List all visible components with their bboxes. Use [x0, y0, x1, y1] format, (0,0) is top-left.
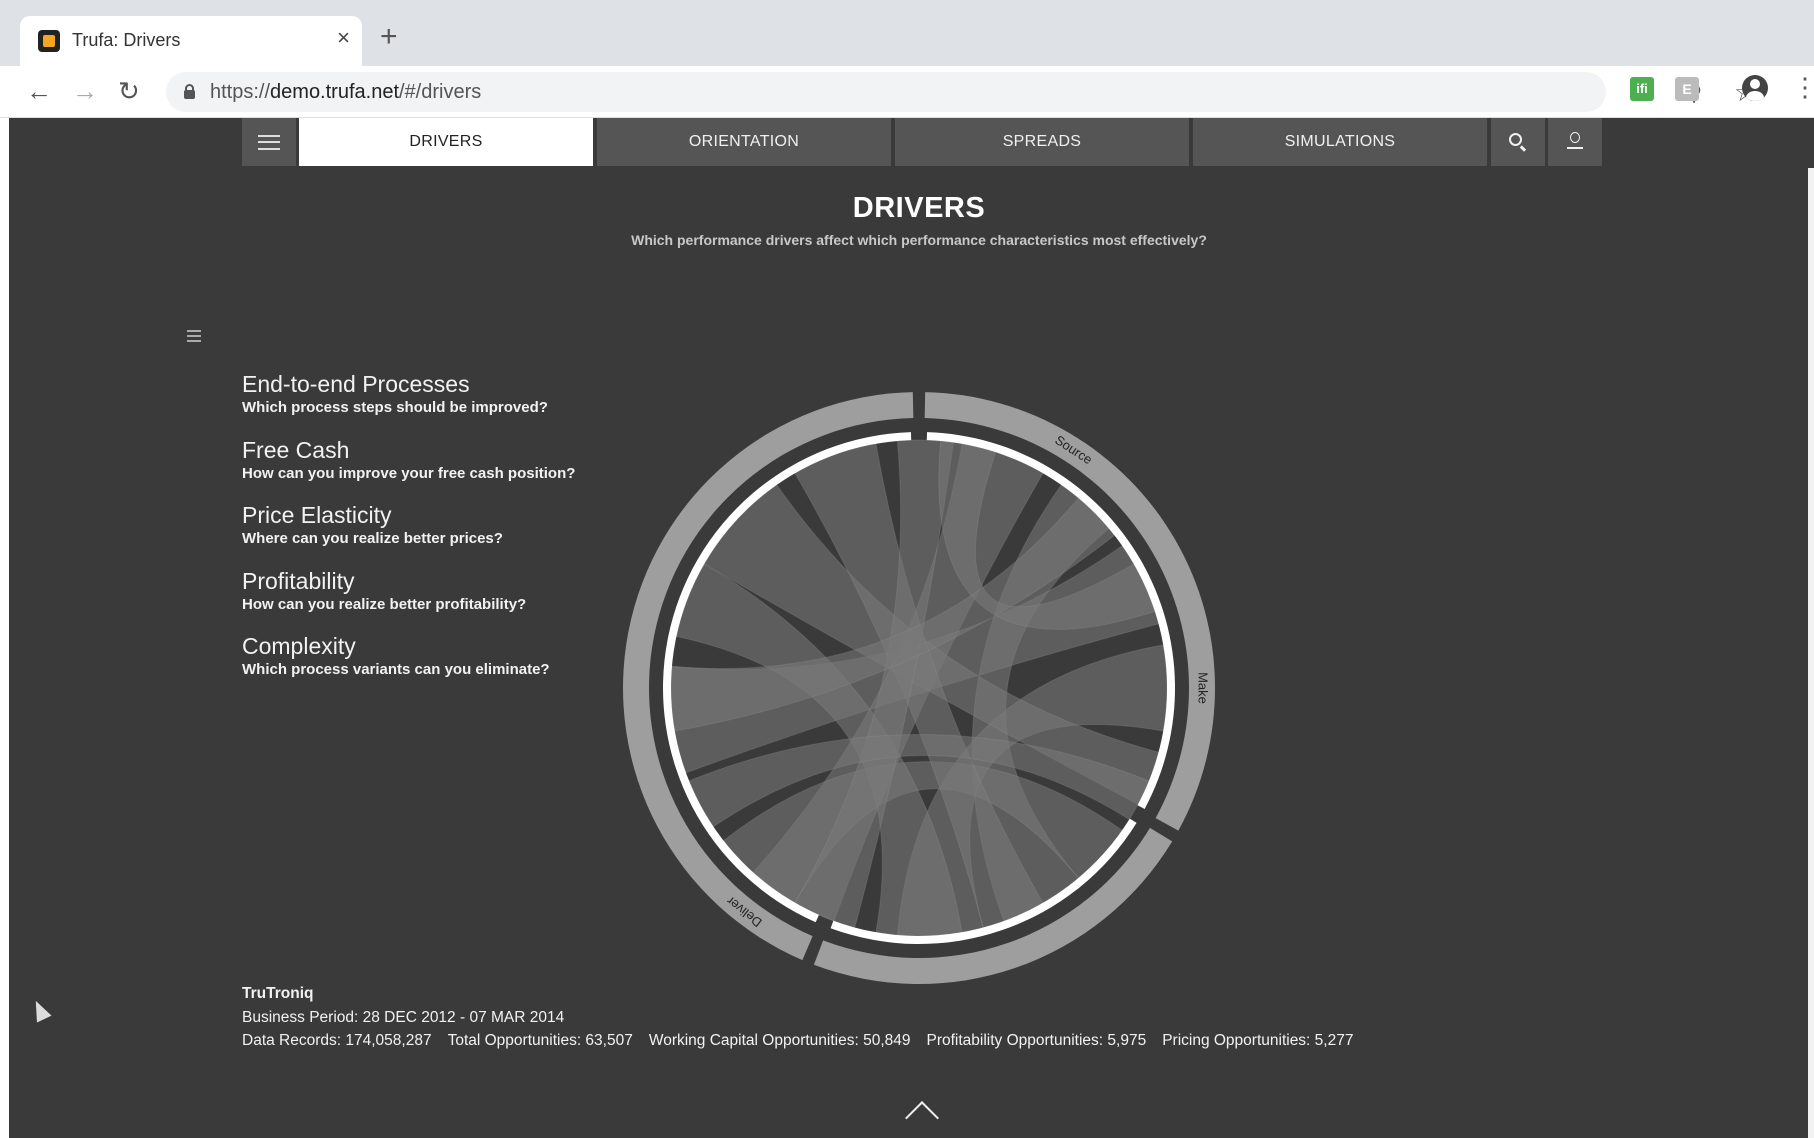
question-title: Complexity — [242, 633, 356, 659]
stat-working-capital: Working Capital Opportunities: 50,849 — [648, 1032, 911, 1049]
tab-simulations[interactable]: SIMULATIONS — [1193, 118, 1487, 166]
page-title: DRIVERS — [852, 192, 986, 224]
search-button[interactable] — [1491, 118, 1545, 166]
question-subtitle: How can you improve your free cash posit… — [242, 464, 576, 482]
group-label-make: Make — [1196, 672, 1211, 704]
question-subtitle: Which process variants can you eliminate… — [242, 661, 550, 678]
question-item-price-elasticity[interactable]: Price Elasticity Where can you realize b… — [242, 501, 662, 567]
question-subtitle: Where can you realize better prices? — [242, 530, 503, 547]
stat-profitability: Profitability Opportunities: 5,975 — [926, 1032, 1147, 1049]
question-item-free-cash[interactable]: Free Cash How can you improve your free … — [242, 436, 662, 502]
chord-diagram[interactable]: SourceMakeDeliver — [609, 378, 1229, 998]
new-tab-icon[interactable]: + — [380, 22, 398, 52]
filter-settings-icon[interactable] — [187, 330, 201, 342]
user-icon — [1567, 132, 1583, 152]
browser-tab[interactable]: Trufa: Drivers × — [20, 16, 362, 66]
question-title: End-to-end Processes — [242, 371, 470, 397]
question-list: End-to-end Processes Which process steps… — [242, 370, 662, 698]
browser-toolbar: ← → ↻ https://demo.trufa.net/#/drivers ⚲… — [0, 66, 1814, 118]
app-viewport: DRIVERS ORIENTATION SPREADS SIMULATIONS … — [9, 118, 1814, 1138]
search-icon — [1509, 133, 1522, 146]
tab-drivers[interactable]: DRIVERS — [299, 118, 593, 166]
app-navbar: DRIVERS ORIENTATION SPREADS SIMULATIONS — [242, 118, 1608, 166]
browser-menu-icon[interactable]: ⋮ — [1792, 72, 1814, 103]
back-arrow-icon[interactable]: ← — [26, 76, 52, 106]
stat-pricing: Pricing Opportunities: 5,277 — [1162, 1032, 1354, 1049]
question-title: Free Cash — [242, 436, 350, 463]
tab-orientation[interactable]: ORIENTATION — [597, 118, 891, 166]
hamburger-icon — [258, 134, 280, 150]
user-button[interactable] — [1548, 118, 1602, 166]
forward-arrow-icon[interactable]: → — [72, 76, 98, 106]
question-item-end-to-end[interactable]: End-to-end Processes Which process steps… — [242, 370, 662, 436]
page-subtitle: Which performance drivers affect which p… — [631, 232, 1207, 248]
evernote-extension-icon[interactable]: E — [1675, 77, 1699, 101]
stat-total-opportunities: Total Opportunities: 63,507 — [447, 1032, 633, 1049]
question-item-complexity[interactable]: Complexity Which process variants can yo… — [242, 632, 662, 698]
trufa-favicon-icon — [38, 30, 60, 52]
lock-icon[interactable] — [184, 84, 195, 99]
dataset-info: TruTroniq Business Period: 28 DEC 2012 -… — [242, 982, 1369, 1053]
dataset-stats: Data Records: 174,058,287 Total Opportuni… — [242, 1029, 1369, 1053]
browser-tab-title: Trufa: Drivers — [72, 30, 181, 50]
business-period: Business Period: 28 DEC 2012 - 07 MAR 20… — [242, 1008, 565, 1026]
question-title: Profitability — [242, 567, 355, 594]
ifttt-extension-icon[interactable]: ifi — [1630, 77, 1654, 101]
address-bar[interactable]: https://demo.trufa.net/#/drivers ⚲ ☆ — [166, 72, 1757, 112]
profile-avatar-icon[interactable] — [1742, 75, 1768, 101]
company-name: TruTroniq — [242, 985, 314, 1002]
question-subtitle: How can you realize better profitability… — [242, 595, 527, 613]
page-scrollbar[interactable] — [1808, 168, 1814, 1138]
chevron-up-icon[interactable] — [905, 1101, 939, 1135]
question-title: Price Elasticity — [242, 502, 392, 528]
url-text[interactable]: https://demo.trufa.net/#/drivers — [210, 81, 481, 104]
reload-icon[interactable]: ↻ — [118, 76, 140, 106]
question-subtitle: Which process steps should be improved? — [242, 399, 548, 416]
tab-spreads[interactable]: SPREADS — [895, 118, 1189, 166]
question-item-profitability[interactable]: Profitability How can you realize better… — [242, 567, 662, 633]
hamburger-menu-button[interactable] — [242, 118, 296, 166]
stat-data-records: Data Records: 174,058,287 — [242, 1032, 432, 1049]
browser-tabstrip: Trufa: Drivers × + — [0, 0, 1814, 66]
close-tab-icon[interactable]: × — [337, 25, 350, 51]
